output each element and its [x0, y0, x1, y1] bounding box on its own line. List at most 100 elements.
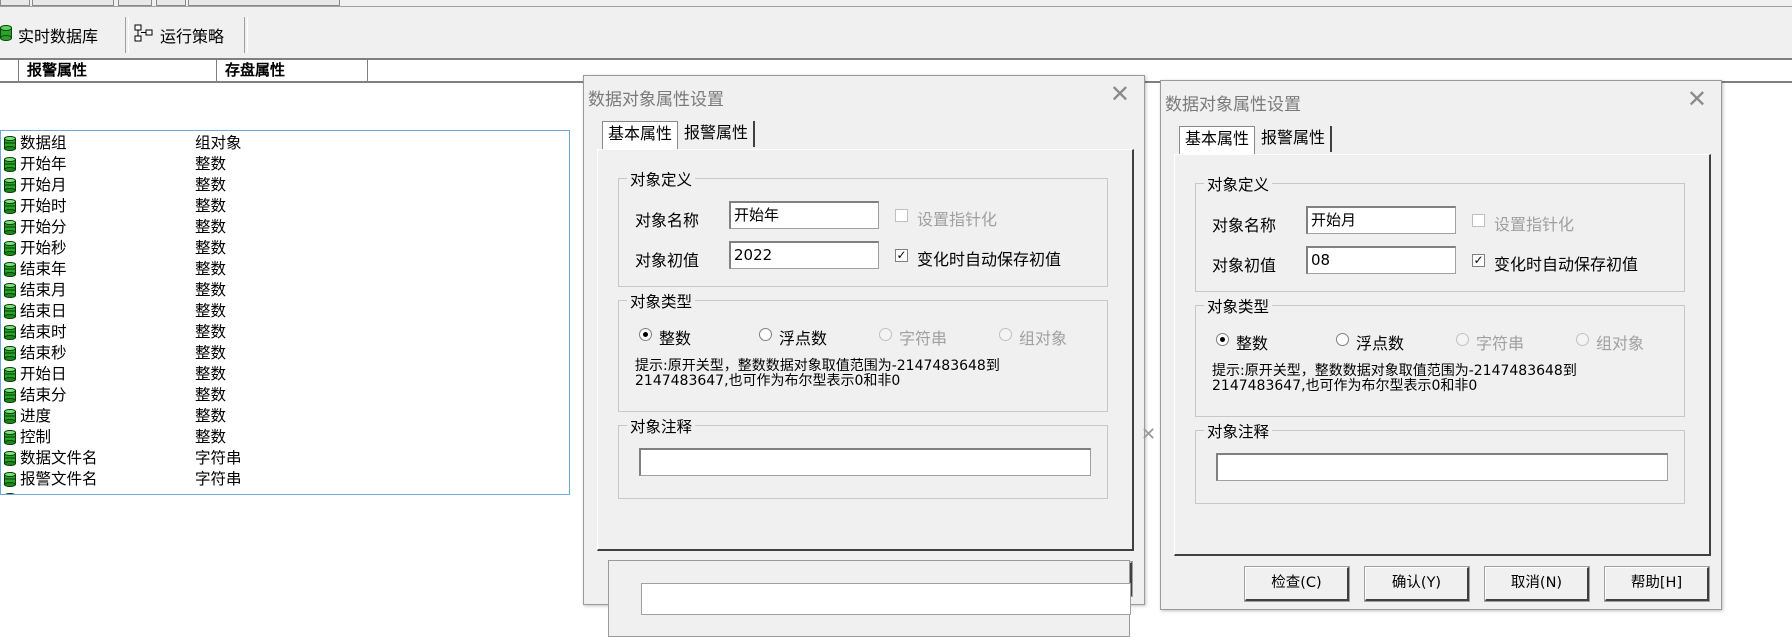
- object-name: 数据文件名: [20, 449, 98, 467]
- object-name: 报警文件名: [20, 470, 98, 488]
- group-object-comment: 对象注释: [618, 415, 1108, 499]
- header-col-alarm[interactable]: 报警属性: [19, 60, 217, 81]
- radio-integer-label: 整数: [1236, 334, 1269, 353]
- tab-run-strategy[interactable]: 运行策略: [134, 17, 224, 53]
- object-type: 整数: [195, 302, 227, 320]
- autosave-checkbox[interactable]: ✓: [895, 249, 908, 262]
- confirm-button[interactable]: 确认(Y): [1364, 566, 1470, 602]
- list-item[interactable]: 结束月 整数: [1, 280, 569, 301]
- object-type: 整数: [195, 428, 227, 446]
- object-init-label: 对象初值: [635, 251, 700, 270]
- autosave-checkbox[interactable]: ✓: [1472, 254, 1485, 267]
- radio-group-object-label: 组对象: [1019, 329, 1068, 348]
- top-strip-segment: [32, 0, 114, 6]
- toolbar-separator: [244, 17, 248, 53]
- type-hint-line2: 2147483647,也可作为布尔型表示0和非0: [635, 373, 901, 389]
- data-object-icon: [4, 430, 16, 445]
- cancel-button[interactable]: 取消(N): [1484, 566, 1590, 602]
- list-item[interactable]: 开始年 整数: [1, 154, 569, 175]
- object-type: 字符串: [195, 470, 242, 488]
- list-item[interactable]: 结束分 整数: [1, 385, 569, 406]
- database-icon: [0, 25, 12, 45]
- pointer-checkbox-label: 设置指针化: [1494, 215, 1575, 234]
- list-item[interactable]: 数据组 组对象: [1, 133, 569, 154]
- object-type: 整数: [195, 365, 227, 383]
- radio-float[interactable]: [1336, 333, 1349, 346]
- check-button[interactable]: 检查(C): [1244, 566, 1350, 602]
- group-object-type-label: 对象类型: [1204, 295, 1273, 317]
- object-list[interactable]: 数据组 组对象 开始年 整数 开始月 整数 开始时 整数 开始分 整数 开始秒 整数 结束年 整数 结束月整…: [0, 130, 570, 495]
- object-name: 开始日: [20, 365, 67, 383]
- list-item[interactable]: 数据文件名 字符串: [1, 448, 569, 469]
- group-object-definition-label: 对象定义: [627, 168, 696, 190]
- object-type: 整数: [195, 407, 227, 425]
- tab-basic-properties[interactable]: 基本属性: [602, 121, 678, 149]
- object-init-label: 对象初值: [1212, 256, 1277, 275]
- object-name: 结束日: [20, 302, 67, 320]
- list-item[interactable]: 结束时 整数: [1, 322, 569, 343]
- data-object-icon: [4, 472, 16, 487]
- object-type: 整数: [195, 386, 227, 404]
- data-object-icon: [4, 325, 16, 340]
- list-item[interactable]: 开始分 整数: [1, 217, 569, 238]
- object-name-input[interactable]: 开始月: [1306, 206, 1456, 234]
- object-name: 结束年: [20, 260, 67, 278]
- object-name: 开始时: [20, 197, 67, 215]
- object-type: 字符串: [195, 449, 242, 467]
- object-name: 结束月: [20, 281, 67, 299]
- strategy-icon: [134, 24, 154, 46]
- list-item[interactable]: 结束年 整数: [1, 259, 569, 280]
- list-item[interactable]: 开始日 整数: [1, 364, 569, 385]
- list-item[interactable]: 结束秒 整数: [1, 343, 569, 364]
- close-icon[interactable]: ✕: [1687, 84, 1707, 114]
- pointer-checkbox[interactable]: [1472, 214, 1485, 227]
- close-icon[interactable]: ✕: [1110, 79, 1130, 109]
- object-comment-input[interactable]: [639, 448, 1091, 476]
- radio-integer[interactable]: [639, 328, 652, 341]
- object-type: 整数: [195, 281, 227, 299]
- object-init-input[interactable]: 2022: [729, 241, 879, 269]
- tab-run-strategy-label: 运行策略: [160, 27, 225, 46]
- data-object-icon: [4, 451, 16, 466]
- tab-alarm-properties[interactable]: 报警属性: [1256, 126, 1332, 152]
- top-strip: [0, 0, 1792, 7]
- data-object-icon: [4, 220, 16, 235]
- object-name-input[interactable]: 开始年: [729, 201, 879, 229]
- radio-group-object[interactable]: [1576, 333, 1589, 346]
- radio-string[interactable]: [1456, 333, 1469, 346]
- data-object-icon: [4, 367, 16, 382]
- object-name: 控制: [20, 428, 52, 446]
- radio-group-object[interactable]: [999, 328, 1012, 341]
- top-strip-segment: [156, 0, 186, 6]
- list-item[interactable]: 开始时 整数: [1, 196, 569, 217]
- toolbar-separator: [125, 17, 129, 53]
- list-item[interactable]: 进度 整数: [1, 406, 569, 427]
- object-init-input[interactable]: 08: [1306, 246, 1456, 274]
- tab-realtime-database-label: 实时数据库: [18, 27, 99, 46]
- tab-realtime-database[interactable]: 实时数据库: [0, 17, 98, 53]
- object-name: 结束时: [20, 323, 67, 341]
- list-item-partial[interactable]: [1, 490, 569, 494]
- list-item[interactable]: 开始月 整数: [1, 175, 569, 196]
- data-object-icon: [4, 283, 16, 298]
- tab-basic-properties[interactable]: 基本属性: [1179, 126, 1255, 154]
- group-object-type: 对象类型 整数 浮点数 字符串 组对象 提示:原开关型，整数数据对象取值范围为-…: [618, 290, 1108, 412]
- list-item[interactable]: 报警文件名 字符串: [1, 469, 569, 490]
- object-name: 开始年: [20, 155, 67, 173]
- object-comment-input[interactable]: [1216, 453, 1668, 481]
- pointer-checkbox[interactable]: [895, 209, 908, 222]
- object-type: 整数: [195, 239, 227, 257]
- dialog-title: 数据对象属性设置: [588, 90, 724, 110]
- radio-float[interactable]: [759, 328, 772, 341]
- help-button[interactable]: 帮助[H]: [1604, 566, 1710, 602]
- list-item[interactable]: 开始秒 整数: [1, 238, 569, 259]
- radio-integer[interactable]: [1216, 333, 1229, 346]
- tab-alarm-properties[interactable]: 报警属性: [679, 121, 755, 147]
- header-col-storage[interactable]: 存盘属性: [217, 60, 368, 81]
- list-item[interactable]: 控制 整数: [1, 427, 569, 448]
- radio-string[interactable]: [879, 328, 892, 341]
- object-type: 整数: [195, 344, 227, 362]
- list-item[interactable]: 结束日 整数: [1, 301, 569, 322]
- radio-group-object-label: 组对象: [1596, 334, 1645, 353]
- object-name: 开始月: [20, 176, 67, 194]
